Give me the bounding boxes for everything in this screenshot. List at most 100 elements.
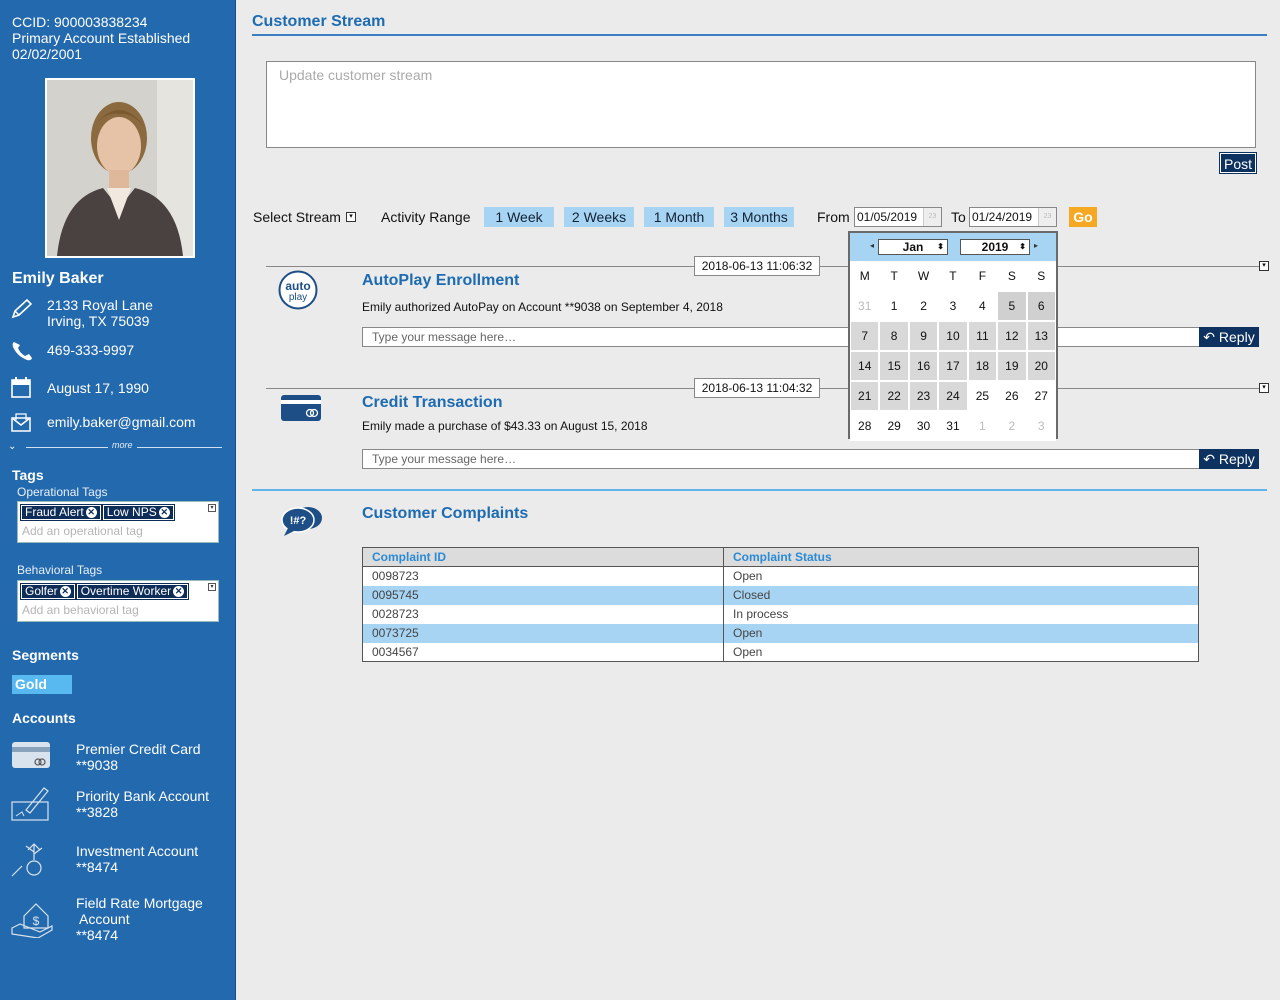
range-2-weeks-button[interactable]: 2 Weeks [564,207,634,227]
table-row[interactable]: 0073725 Open [362,623,1199,643]
calendar-day[interactable]: 10 [938,321,968,351]
calendar-day[interactable]: 31 [850,291,880,321]
calendar-day[interactable]: 12 [997,321,1027,351]
email-address[interactable]: emily.baker@gmail.com [47,414,196,430]
table-row[interactable]: 0098723 Open [362,566,1199,586]
calendar-day[interactable]: 25 [967,381,998,411]
collapse-icon[interactable]: ▾ [1259,261,1269,271]
calendar-day[interactable]: 18 [967,351,998,381]
dropdown-arrow-icon[interactable]: ▾ [208,583,216,591]
account-item[interactable]: Priority Bank Account **3828 [76,788,209,820]
table-row[interactable]: 0028723 In process [362,604,1199,624]
tag-chip[interactable]: Golfer ✕ [20,583,76,600]
reply-button[interactable]: ↶ Reply [1199,449,1259,469]
reply-button[interactable]: ↶ Reply [1199,327,1259,347]
calendar-day[interactable]: 4 [967,291,998,321]
calendar-day[interactable]: 27 [1026,381,1056,411]
operational-tag-placeholder[interactable]: Add an operational tag [22,524,143,538]
post-button[interactable]: Post [1219,152,1257,174]
account-item[interactable]: Investment Account **8474 [76,843,198,875]
pencil-icon[interactable] [10,298,34,320]
calendar-day[interactable]: 14 [850,351,880,381]
calendar-day[interactable]: 8 [879,321,909,351]
calendar-day[interactable]: 15 [879,351,909,381]
calendar-day[interactable]: 2 [908,291,939,321]
account-name: Investment Account [76,843,199,859]
calendar-icon[interactable]: 23 [923,208,941,226]
calendar-day[interactable]: 28 [850,411,880,441]
table-header-row: Complaint ID Complaint Status [362,547,1199,567]
address-line2: Irving, TX 75039 [47,313,150,329]
column-header[interactable]: Complaint ID [362,547,724,567]
calendar-day[interactable]: 20 [1026,351,1056,381]
to-date-input[interactable]: 01/24/2019 23 [969,207,1057,227]
tag-chip[interactable]: Fraud Alert ✕ [20,504,102,521]
account-item[interactable]: Field Rate Mortgage Account **8474 [76,895,203,943]
stream-update-input[interactable] [266,61,1256,148]
range-1-month-button[interactable]: 1 Month [644,207,714,227]
calendar-day[interactable]: 16 [908,351,939,381]
collapse-icon[interactable]: ▾ [1259,383,1269,393]
calendar-day[interactable]: 9 [908,321,939,351]
calendar-day[interactable]: 31 [938,411,968,441]
tag-chip[interactable]: Overtime Worker ✕ [75,583,190,600]
remove-tag-icon[interactable]: ✕ [85,507,97,518]
calendar-day[interactable]: 17 [938,351,968,381]
credit-card-icon [280,392,324,424]
reply-message-input[interactable] [362,327,1200,347]
date-picker-popup: ◂ Jan ⬍ 2019 ⬍ ▸ M T W T F S S 31 1 2 3 4 … [848,231,1058,441]
remove-tag-icon[interactable]: ✕ [59,586,71,597]
calendar-day[interactable]: 11 [967,321,998,351]
email-icon[interactable] [10,412,34,434]
phone-number: 469-333-9997 [47,342,135,358]
calendar-day[interactable]: 21 [850,381,880,411]
calendar-day[interactable]: 1 [879,291,909,321]
select-stream-label[interactable]: Select Stream [253,209,341,225]
dropdown-arrow-icon[interactable]: ▾ [346,212,356,222]
customer-header-info: CCID: 900003838234 Primary Account Estab… [12,14,190,62]
calendar-day[interactable]: 22 [879,381,909,411]
calendar-day[interactable]: 3 [1026,411,1056,441]
calendar-day[interactable]: 19 [997,351,1027,381]
calendar-day[interactable]: 13 [1026,321,1056,351]
weekday-label: W [908,261,939,291]
go-button[interactable]: Go [1069,207,1097,227]
table-row[interactable]: 0034567 Open [362,642,1199,662]
calendar-icon[interactable]: 23 [1038,208,1056,226]
from-date-input[interactable]: 01/05/2019 23 [854,207,942,227]
prev-month-icon[interactable]: ◂ [870,241,874,250]
tag-chip[interactable]: Low NPS ✕ [101,504,175,521]
complaint-status: Closed [723,585,1199,605]
tags-title: Tags [12,467,44,483]
table-row[interactable]: 0095745 Closed [362,585,1199,605]
next-month-icon[interactable]: ▸ [1034,241,1038,250]
calendar-day[interactable]: 24 [938,381,968,411]
calendar-day[interactable]: 7 [850,321,880,351]
behavioral-tag-placeholder[interactable]: Add an behavioral tag [22,603,139,617]
month-select[interactable]: Jan ⬍ [878,239,948,255]
calendar-day[interactable]: 26 [997,381,1027,411]
more-toggle[interactable]: ⌄ more [8,440,222,454]
reply-message-input[interactable] [362,449,1200,469]
calendar-day[interactable]: 1 [967,411,998,441]
dropdown-arrow-icon[interactable]: ▾ [208,504,216,512]
operational-tags-box[interactable]: Fraud Alert ✕ Low NPS ✕ Add an operational… [17,501,219,543]
behavioral-tags-box[interactable]: Golfer ✕ Overtime Worker ✕ Add an behavior… [17,580,219,622]
year-select[interactable]: 2019 ⬍ [960,239,1030,255]
autoplay-icon-text1: auto [285,279,310,293]
calendar-day[interactable]: 23 [908,381,939,411]
range-1-week-button[interactable]: 1 Week [484,207,554,227]
range-3-months-button[interactable]: 3 Months [724,207,794,227]
remove-tag-icon[interactable]: ✕ [173,586,185,597]
remove-tag-icon[interactable]: ✕ [158,507,170,518]
account-item[interactable]: Premier Credit Card **9038 [76,741,200,773]
feed-timestamp: 2018-06-13 11:04:32 [694,378,820,398]
calendar-day[interactable]: 3 [938,291,968,321]
calendar-day[interactable]: 30 [908,411,939,441]
complaint-status: In process [723,604,1199,624]
calendar-day[interactable]: 2 [997,411,1027,441]
calendar-day[interactable]: 5 [997,291,1027,321]
column-header[interactable]: Complaint Status [723,547,1199,567]
calendar-day[interactable]: 6 [1026,291,1056,321]
calendar-day[interactable]: 29 [879,411,909,441]
